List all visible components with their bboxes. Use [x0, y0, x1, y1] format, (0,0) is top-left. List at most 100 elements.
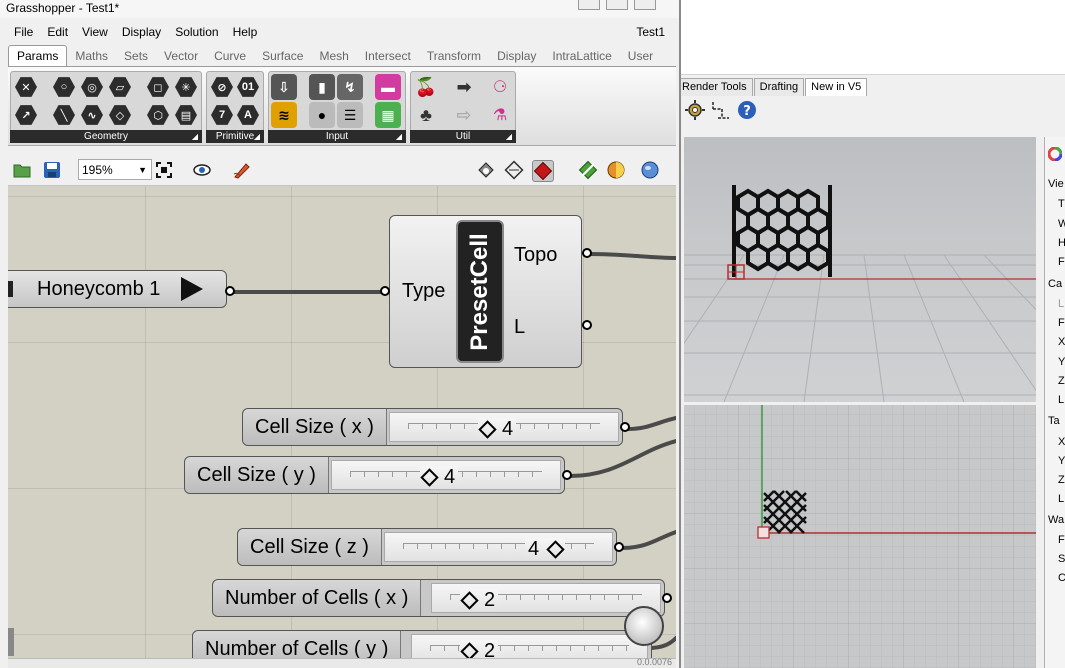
box-param-icon[interactable]: ◻	[145, 74, 171, 100]
top-viewport[interactable]	[684, 405, 1036, 668]
preview-selected-icon[interactable]	[532, 160, 554, 182]
output-port-topo[interactable]	[582, 248, 592, 258]
mesh-param-icon[interactable]: ✳	[173, 74, 199, 100]
toggle-icon[interactable]: ▮	[309, 74, 335, 100]
sketch-pen-icon[interactable]	[232, 160, 252, 180]
data-input-icon[interactable]: ➡	[451, 74, 477, 100]
brep-param-icon[interactable]: ▱	[107, 74, 133, 100]
number-param-icon[interactable]: 7	[209, 102, 235, 128]
slider-grip[interactable]: 2	[460, 640, 499, 658]
gear-icon[interactable]	[684, 99, 706, 121]
tab-curve[interactable]: Curve	[206, 46, 254, 66]
boolean-param-icon[interactable]: 01	[235, 74, 261, 100]
slider-grip[interactable]: 4	[525, 538, 566, 561]
preview-wireframe-icon[interactable]	[504, 160, 524, 180]
expand-icon[interactable]: ◢	[254, 130, 260, 143]
null-param-icon[interactable]: ⊘	[209, 74, 235, 100]
tree-icon[interactable]: ♣	[413, 102, 439, 128]
save-file-icon[interactable]	[42, 160, 62, 180]
menu-solution[interactable]: Solution	[169, 25, 226, 39]
slider-track[interactable]: 2	[411, 634, 648, 658]
curve-param-icon[interactable]: ∿	[79, 102, 105, 128]
slider-track[interactable]: 4	[384, 532, 613, 562]
input-port-type[interactable]	[380, 286, 390, 296]
output-port[interactable]	[225, 286, 235, 296]
menu-edit[interactable]: Edit	[41, 25, 76, 39]
canvas-scroll-handle[interactable]	[8, 628, 14, 656]
dropdown-arrow-icon[interactable]	[181, 277, 203, 301]
download-icon[interactable]: ⇩	[271, 74, 297, 100]
display-sphere-icon[interactable]	[640, 160, 660, 180]
graph-mapper-icon[interactable]: ≋	[271, 102, 297, 128]
cherry-picker-icon[interactable]: 🍒	[413, 74, 439, 100]
maximize-button[interactable]	[606, 0, 628, 10]
expand-icon[interactable]: ◢	[506, 130, 512, 143]
menu-display[interactable]: Display	[116, 25, 169, 39]
bake-icon[interactable]	[578, 160, 598, 180]
help-icon[interactable]: ?	[736, 99, 758, 121]
rhino-tab-drafting[interactable]: Drafting	[753, 78, 805, 96]
tab-transform[interactable]: Transform	[419, 46, 489, 66]
line-param-icon[interactable]: ╲	[51, 102, 77, 128]
slider-cell-size-z[interactable]: Cell Size ( z ) 4	[237, 528, 617, 566]
tab-mesh[interactable]: Mesh	[311, 46, 356, 66]
value-list-icon[interactable]: ☰	[337, 102, 363, 128]
output-port[interactable]	[620, 422, 630, 432]
perspective-viewport[interactable]	[684, 137, 1036, 402]
tab-params[interactable]: Params	[8, 45, 68, 66]
button-icon[interactable]: ●	[309, 102, 335, 128]
circle-param-icon[interactable]: ○	[51, 74, 77, 100]
slider-cell-size-y[interactable]: Cell Size ( y ) 4	[184, 456, 565, 494]
tab-user[interactable]: User	[620, 46, 661, 66]
slider-track[interactable]: 4	[331, 460, 561, 490]
tab-surface[interactable]: Surface	[254, 46, 311, 66]
dimension-icon[interactable]	[710, 99, 732, 121]
plane-param-icon[interactable]: ◇	[107, 102, 133, 128]
flask-icon[interactable]: ⚗	[487, 102, 513, 128]
preview-shaded-icon[interactable]	[476, 160, 496, 180]
tab-sets[interactable]: Sets	[116, 46, 156, 66]
circular-arc-param-icon[interactable]: ◎	[79, 74, 105, 100]
presetcell-component[interactable]: Type PresetCell Topo L	[389, 215, 582, 368]
slider-track[interactable]: 4	[389, 412, 619, 442]
fitness-icon[interactable]: ⚆	[487, 74, 513, 100]
rhino-tab-new-in-v5[interactable]: New in V5	[805, 78, 868, 96]
tab-intralattice[interactable]: IntraLattice	[544, 46, 619, 66]
point-param-icon[interactable]: ↗	[13, 102, 39, 128]
zoom-extents-icon[interactable]	[154, 160, 174, 180]
grasshopper-canvas[interactable]: Honeycomb 1 Type PresetCell Topo L Cell …	[8, 186, 676, 658]
rhino-command-area[interactable]	[676, 28, 1065, 75]
data-output-icon[interactable]: ⇨	[451, 102, 477, 128]
tab-intersect[interactable]: Intersect	[357, 46, 419, 66]
canvas-navigation-widget[interactable]	[624, 606, 664, 646]
expand-icon[interactable]: ◢	[396, 130, 402, 143]
palette-icon[interactable]: ▦	[375, 102, 401, 128]
slider-cell-size-x[interactable]: Cell Size ( x ) 4	[242, 408, 623, 446]
group-param-icon[interactable]: ▤	[173, 102, 199, 128]
open-file-icon[interactable]	[12, 160, 32, 180]
title-bar[interactable]: Grasshopper - Test1*	[0, 0, 679, 18]
menu-view[interactable]: View	[76, 25, 116, 39]
surface-param-icon[interactable]: ⬡	[145, 102, 171, 128]
minimize-button[interactable]	[578, 0, 600, 10]
slider-number-of-cells-x[interactable]: Number of Cells ( x ) 2	[212, 579, 665, 617]
menu-help[interactable]: Help	[227, 25, 266, 39]
menu-file[interactable]: File	[8, 25, 41, 39]
output-port[interactable]	[614, 542, 624, 552]
output-port-l[interactable]	[582, 320, 592, 330]
tab-vector[interactable]: Vector	[156, 46, 206, 66]
tab-maths[interactable]: Maths	[67, 46, 116, 66]
slider-grip[interactable]: 2	[460, 589, 499, 612]
slider-number-of-cells-y[interactable]: Number of Cells ( y ) 2	[192, 630, 652, 658]
rhino-tab-render-tools[interactable]: Render Tools	[676, 78, 753, 96]
output-port[interactable]	[562, 470, 572, 480]
close-button[interactable]	[634, 0, 656, 10]
output-port[interactable]	[662, 593, 672, 603]
slider-track[interactable]: 2	[431, 583, 661, 613]
color-swatch-icon[interactable]: ▬	[375, 74, 401, 100]
preset-value-list[interactable]: Honeycomb 1	[8, 270, 227, 308]
color-wheel-icon[interactable]	[1048, 147, 1065, 165]
zoom-select[interactable]: 195% ▼	[78, 159, 152, 180]
expand-icon[interactable]: ◢	[192, 130, 198, 143]
preview-eye-icon[interactable]	[192, 160, 212, 180]
